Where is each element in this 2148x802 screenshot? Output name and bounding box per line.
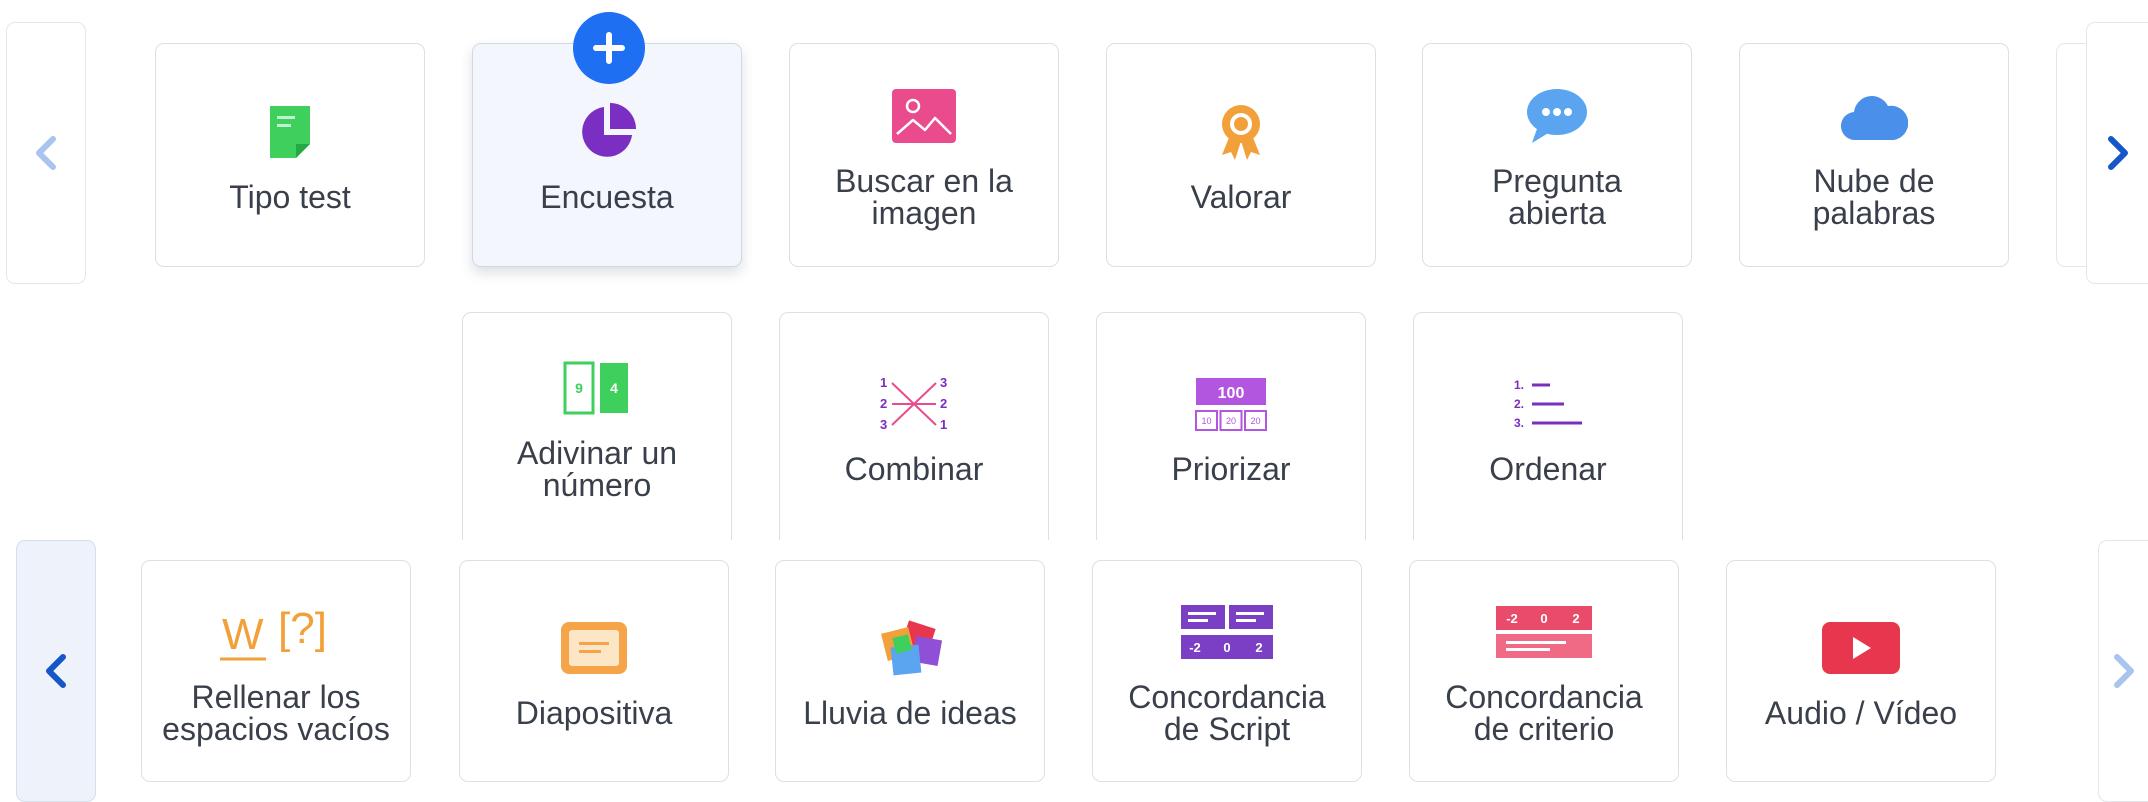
ordered-list-icon: 1. 2. 3. [1510,369,1586,439]
document-icon [268,97,312,167]
icon-number: 20 [1250,416,1260,426]
slide-icon [559,613,629,683]
next-option-card-partial [2056,43,2086,267]
option-adivinar-un-numero[interactable]: 9 4 Adivinar un número [462,312,732,540]
script-match-icon: -2 0 2 [1179,597,1275,667]
option-label: Diapositiva [515,695,673,731]
icon-number: -2 [1189,640,1201,655]
option-rellenar-los-espacios-vacios[interactable]: W [?] Rellenar los espacios vacíos [141,560,411,782]
option-label: Ordenar [1489,450,1607,487]
icon-digit: 2 [940,396,947,411]
icon-number: 3. [1514,416,1524,430]
option-buscar-en-la-imagen[interactable]: Buscar en la imagen [789,43,1059,267]
icon-number: 0 [1223,640,1230,655]
icon-number: 0 [1540,611,1547,626]
prioritize-icon: 100 10 20 20 [1193,369,1269,439]
option-label: Tipo test [229,179,351,215]
option-audio-video[interactable]: Audio / Vídeo [1726,560,1996,782]
icon-number: -2 [1506,611,1518,626]
option-pregunta-abierta[interactable]: Pregunta abierta [1422,43,1692,267]
option-label: Pregunta abierta [1492,163,1622,231]
brainstorm-icon [874,613,946,683]
icon-digit: 4 [610,380,618,396]
option-label: Concordancia de Script [1128,679,1326,747]
icon-number: 2. [1514,397,1524,411]
scroll-left-button-row3[interactable] [16,540,96,802]
image-icon [891,81,957,151]
option-combinar[interactable]: 1 2 3 3 2 1 Combinar [779,312,1049,540]
option-label: Valorar [1190,179,1292,215]
chevron-left-icon [36,136,56,170]
fill-blanks-icon: W [?] [208,597,344,667]
icon-digit: 9 [575,380,583,396]
match-icon: 1 2 3 3 2 1 [872,369,956,439]
option-nube-de-palabras[interactable]: Nube de palabras [1739,43,2009,267]
option-label: Concordancia de criterio [1445,679,1643,747]
option-ordenar[interactable]: 1. 2. 3. Ordenar [1413,312,1683,540]
icon-digit: 1 [880,375,887,390]
chevron-right-icon [2113,654,2134,688]
option-label: Combinar [844,450,984,487]
option-label: Audio / Vídeo [1764,695,1958,731]
icon-number: 10 [1201,416,1211,426]
icon-number: 100 [1218,385,1245,402]
option-label: Nube de palabras [1812,163,1936,231]
chevron-left-icon [46,654,66,688]
icon-letter: W [222,610,264,659]
icon-digit: 3 [880,417,887,432]
question-type-row-1: Tipo test Encuesta Buscar en la imagen V… [0,0,2148,300]
option-label: Buscar en la imagen [835,163,1013,231]
option-label: Rellenar los espacios vacíos [162,679,390,747]
option-label: Encuesta [540,179,674,215]
scroll-right-button-row3[interactable] [2098,540,2148,802]
add-button[interactable] [573,12,645,84]
option-tipo-test[interactable]: Tipo test [155,43,425,267]
icon-digit: 3 [940,375,947,390]
icon-digit: 1 [940,417,947,432]
option-priorizar[interactable]: 100 10 20 20 Priorizar [1096,312,1366,540]
icon-number: 20 [1226,416,1236,426]
question-type-row-2: 9 4 Adivinar un número 1 2 3 3 2 1 Combi… [0,300,2148,540]
chevron-right-icon [2107,136,2128,170]
criteria-match-icon: -2 0 2 [1494,597,1594,667]
scroll-left-button-row1[interactable] [6,22,86,284]
scroll-right-button-row1[interactable] [2086,22,2148,284]
icon-digit: 2 [880,396,887,411]
cloud-icon [1840,81,1908,151]
pie-chart-icon [576,97,638,167]
option-concordancia-de-criterio[interactable]: -2 0 2 Concordancia de criterio [1409,560,1679,782]
number-cards-icon: 9 4 [562,353,632,423]
option-concordancia-de-script[interactable]: -2 0 2 Concordancia de Script [1092,560,1362,782]
icon-number: 2 [1255,640,1262,655]
icon-number: 2 [1572,611,1579,626]
option-valorar[interactable]: Valorar [1106,43,1376,267]
plus-icon [593,32,625,64]
option-lluvia-de-ideas[interactable]: Lluvia de ideas [775,560,1045,782]
play-icon [1821,613,1901,683]
option-label: Adivinar un número [516,434,678,503]
option-label: Lluvia de ideas [803,695,1017,731]
award-icon [1218,97,1264,167]
chat-bubble-icon [1526,81,1588,151]
option-label: Priorizar [1171,450,1291,487]
question-type-row-3: W [?] Rellenar los espacios vacíos Diapo… [0,540,2148,802]
icon-blank: [?] [278,604,327,653]
option-diapositiva[interactable]: Diapositiva [459,560,729,782]
icon-number: 1. [1514,378,1524,392]
